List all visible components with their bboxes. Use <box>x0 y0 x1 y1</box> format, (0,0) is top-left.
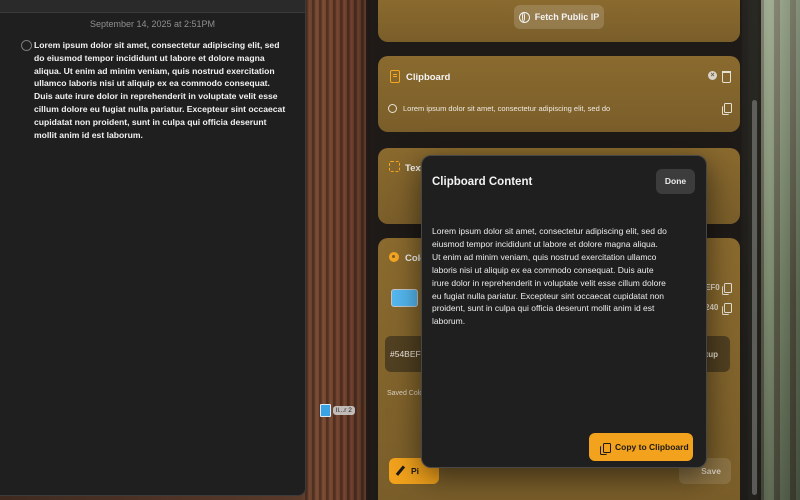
color-swatch[interactable] <box>391 289 418 307</box>
palette-icon <box>389 252 399 262</box>
pick-color-label: Pi <box>411 466 420 476</box>
notes-toolbar <box>0 0 305 13</box>
desktop-file-name: ll...r 2 <box>333 406 355 415</box>
copy-icon[interactable] <box>722 103 732 115</box>
fetch-public-ip-label: Fetch Public IP <box>534 12 600 22</box>
copy-icon[interactable] <box>722 283 732 295</box>
color-value-2: 240 <box>705 303 719 312</box>
text-scan-icon <box>389 161 400 172</box>
hex-value[interactable]: #54BEF <box>390 349 421 359</box>
trash-icon[interactable] <box>722 71 731 83</box>
done-button[interactable]: Done <box>656 169 695 194</box>
clipboard-item-radio[interactable] <box>388 104 397 113</box>
saved-colors-label: Saved Colo <box>387 390 424 397</box>
clipboard-title: Clipboard <box>406 72 451 83</box>
copy-to-clipboard-label: Copy to Clipboard <box>615 442 689 452</box>
scrollbar[interactable] <box>752 100 757 495</box>
clear-clipboard-icon[interactable]: × <box>708 71 717 80</box>
copy-icon <box>600 443 611 455</box>
note-text[interactable]: Lorem ipsum dolor sit amet, consectetur … <box>34 39 290 141</box>
clipboard-card <box>378 56 740 132</box>
note-checkbox[interactable] <box>21 40 32 51</box>
clipboard-item-text[interactable]: Lorem ipsum dolor sit amet, consectetur … <box>403 104 610 113</box>
color-value-1: EF0 <box>705 283 720 292</box>
clipboard-content-modal: Clipboard Content Done Lorem ipsum dolor… <box>421 155 707 468</box>
globe-icon <box>518 11 530 23</box>
fetch-public-ip-button[interactable]: Fetch Public IP <box>514 5 604 29</box>
desktop-file[interactable]: ll...r 2 <box>320 404 355 417</box>
notes-window: September 14, 2025 at 2:51PM Lorem ipsum… <box>0 0 306 496</box>
note-date: September 14, 2025 at 2:51PM <box>89 19 216 29</box>
clipboard-icon <box>390 70 400 83</box>
copy-icon[interactable] <box>722 303 732 315</box>
file-icon <box>320 404 331 417</box>
modal-title: Clipboard Content <box>432 176 533 188</box>
clipboard-content-text: Lorem ipsum dolor sit amet, consectetur … <box>432 226 667 327</box>
